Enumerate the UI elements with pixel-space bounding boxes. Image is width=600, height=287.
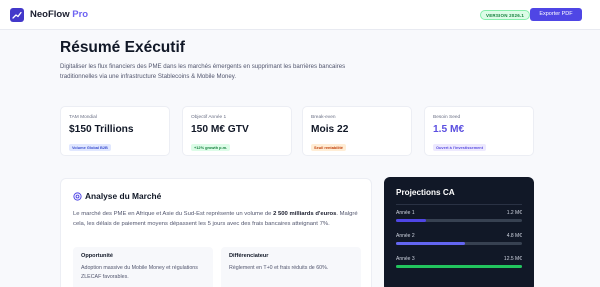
projection-row-year-1: Année 1 1.2 M€ <box>396 210 522 224</box>
kpi-label: TAM Mondial <box>69 115 97 120</box>
brand-name: NeoFlow Pro <box>30 9 88 20</box>
progress-track <box>396 242 522 245</box>
revenue-projections-card: Projections CA Année 1 1.2 M€ Année 2 4.… <box>384 177 534 287</box>
page-subtitle: Digitaliser les flux financiers des PME … <box>60 63 346 80</box>
kpi-label: Objectif Année 1 <box>191 115 227 120</box>
progress-fill <box>396 219 427 222</box>
progress-track <box>396 265 522 268</box>
projection-value: 4.8 M€ <box>506 233 522 239</box>
analysis-text-intro: Le marché des PME en Afrique et Asie du … <box>73 211 274 217</box>
progress-fill <box>396 242 466 245</box>
differentiator-title: Différenciateur <box>229 253 269 259</box>
kpi-card-seed-need: Besoin Seed 1.5 M€ Ouvert à l'investisse… <box>424 106 534 156</box>
projections-title: Projections CA <box>396 188 455 197</box>
analysis-text: Le marché des PME en Afrique et Asie du … <box>73 210 369 229</box>
kpi-badge: Volume Global B2B <box>69 144 111 151</box>
projection-value: 12.5 M€ <box>503 256 522 262</box>
projection-row-year-2: Année 2 4.8 M€ <box>396 233 522 247</box>
version-badge: VERSION 2026.1 <box>480 10 531 20</box>
kpi-value: 150 M€ GTV <box>191 124 249 135</box>
kpi-value: $150 Trillions <box>69 124 134 135</box>
divider <box>396 204 522 205</box>
kpi-badge: +12% growth p.m. <box>191 144 231 151</box>
market-analysis-card: Analyse du Marché Le marché des PME en A… <box>60 178 372 287</box>
projection-year: Année 2 <box>396 233 415 239</box>
top-navbar: NeoFlow Pro VERSION 2026.1 Exporter PDF <box>0 0 600 30</box>
kpi-value: 1.5 M€ <box>433 124 465 135</box>
analysis-highlight: 2 500 milliards d'euros <box>273 211 337 217</box>
kpi-card-tam: TAM Mondial $150 Trillions Volume Global… <box>60 106 170 156</box>
analysis-title: Analyse du Marché <box>85 191 162 201</box>
projection-row-year-3: Année 3 12.5 M€ <box>396 256 522 270</box>
differentiator-card: Différenciateur Règlement en T+0 et frai… <box>221 247 361 287</box>
brand-suffix: Pro <box>72 9 89 20</box>
kpi-badge: Ouvert à l'investissement <box>433 144 486 151</box>
progress-fill <box>396 265 522 268</box>
progress-track <box>396 219 522 222</box>
kpi-label: Break-even <box>311 115 336 120</box>
kpi-card-break-even: Break-even Mois 22 Seuil rentabilité <box>302 106 412 156</box>
page-title: Résumé Exécutif <box>60 39 185 56</box>
kpi-badge: Seuil rentabilité <box>311 144 346 151</box>
projection-year: Année 3 <box>396 256 415 262</box>
opportunity-card: Opportunité Adoption massive du Mobile M… <box>73 247 213 287</box>
projection-value: 1.2 M€ <box>506 210 522 216</box>
opportunity-title: Opportunité <box>81 253 114 259</box>
export-pdf-button[interactable]: Exporter PDF <box>530 8 582 21</box>
kpi-label: Besoin Seed <box>433 115 461 120</box>
brand-name-text: NeoFlow <box>30 9 70 20</box>
differentiator-text: Règlement en T+0 et frais réduits de 60%… <box>229 265 329 271</box>
trend-chart-icon <box>10 8 24 22</box>
kpi-value: Mois 22 <box>311 124 349 135</box>
kpi-card-target-year-1: Objectif Année 1 150 M€ GTV +12% growth … <box>182 106 292 156</box>
target-icon <box>73 192 82 201</box>
opportunity-text: Adoption massive du Mobile Money et régu… <box>81 265 198 280</box>
projection-year: Année 1 <box>396 210 415 216</box>
